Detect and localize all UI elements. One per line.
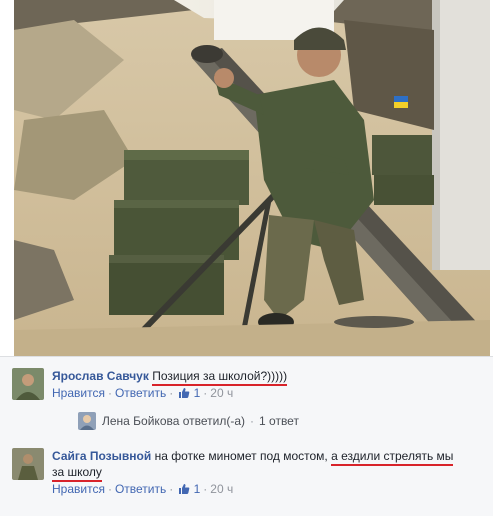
- comment-actions: Нравится · Ответить · 1 · 20 ч: [52, 386, 472, 400]
- avatar-icon: [78, 412, 96, 430]
- separator: ·: [169, 482, 174, 496]
- reply-author[interactable]: Лена Бойкова ответил(-а): [102, 414, 245, 428]
- separator: ·: [107, 386, 112, 400]
- thumbs-up-icon[interactable]: [178, 387, 190, 399]
- like-count[interactable]: 1: [194, 386, 201, 400]
- post-photo[interactable]: [14, 0, 490, 356]
- comment-actions: Нравится · Ответить · 1 · 20 ч: [52, 482, 472, 496]
- comment-text-highlight: а ездили стрелять мы: [331, 449, 454, 466]
- separator: ·: [169, 386, 174, 400]
- like-count[interactable]: 1: [194, 482, 201, 496]
- avatar[interactable]: [12, 448, 44, 480]
- comment-time[interactable]: 20 ч: [210, 386, 233, 400]
- like-link[interactable]: Нравится: [52, 482, 105, 496]
- comment-text-highlight: за школу: [52, 465, 102, 482]
- comment-author[interactable]: Ярослав Савчук: [52, 369, 149, 383]
- thumbs-up-icon[interactable]: [178, 483, 190, 495]
- avatar-icon: [12, 368, 44, 400]
- comment-text: на фотке миномет под мостом,: [154, 449, 328, 463]
- separator: ·: [203, 482, 208, 496]
- comment-time[interactable]: 20 ч: [210, 482, 233, 496]
- reply-avatar: [78, 412, 96, 430]
- reply-link[interactable]: Ответить: [115, 482, 166, 496]
- comment-text-line: Сайга Позывной на фотке миномет под мост…: [52, 448, 472, 482]
- avatar-icon: [12, 448, 44, 480]
- reply-link[interactable]: Ответить: [115, 386, 166, 400]
- reply-count[interactable]: 1 ответ: [259, 414, 299, 428]
- comment-text-line: Ярослав Савчук Позиция за школой?))))): [52, 368, 472, 386]
- replies-summary[interactable]: Лена Бойкова ответил(-а) · 1 ответ: [78, 412, 299, 430]
- separator: ·: [250, 414, 255, 428]
- separator: ·: [203, 386, 208, 400]
- comment-author[interactable]: Сайга Позывной: [52, 449, 151, 463]
- comment-text: Позиция за школой?))))): [152, 369, 288, 386]
- photo-mortar-soldier: [14, 0, 490, 356]
- separator: ·: [107, 482, 112, 496]
- like-link[interactable]: Нравится: [52, 386, 105, 400]
- avatar[interactable]: [12, 368, 44, 400]
